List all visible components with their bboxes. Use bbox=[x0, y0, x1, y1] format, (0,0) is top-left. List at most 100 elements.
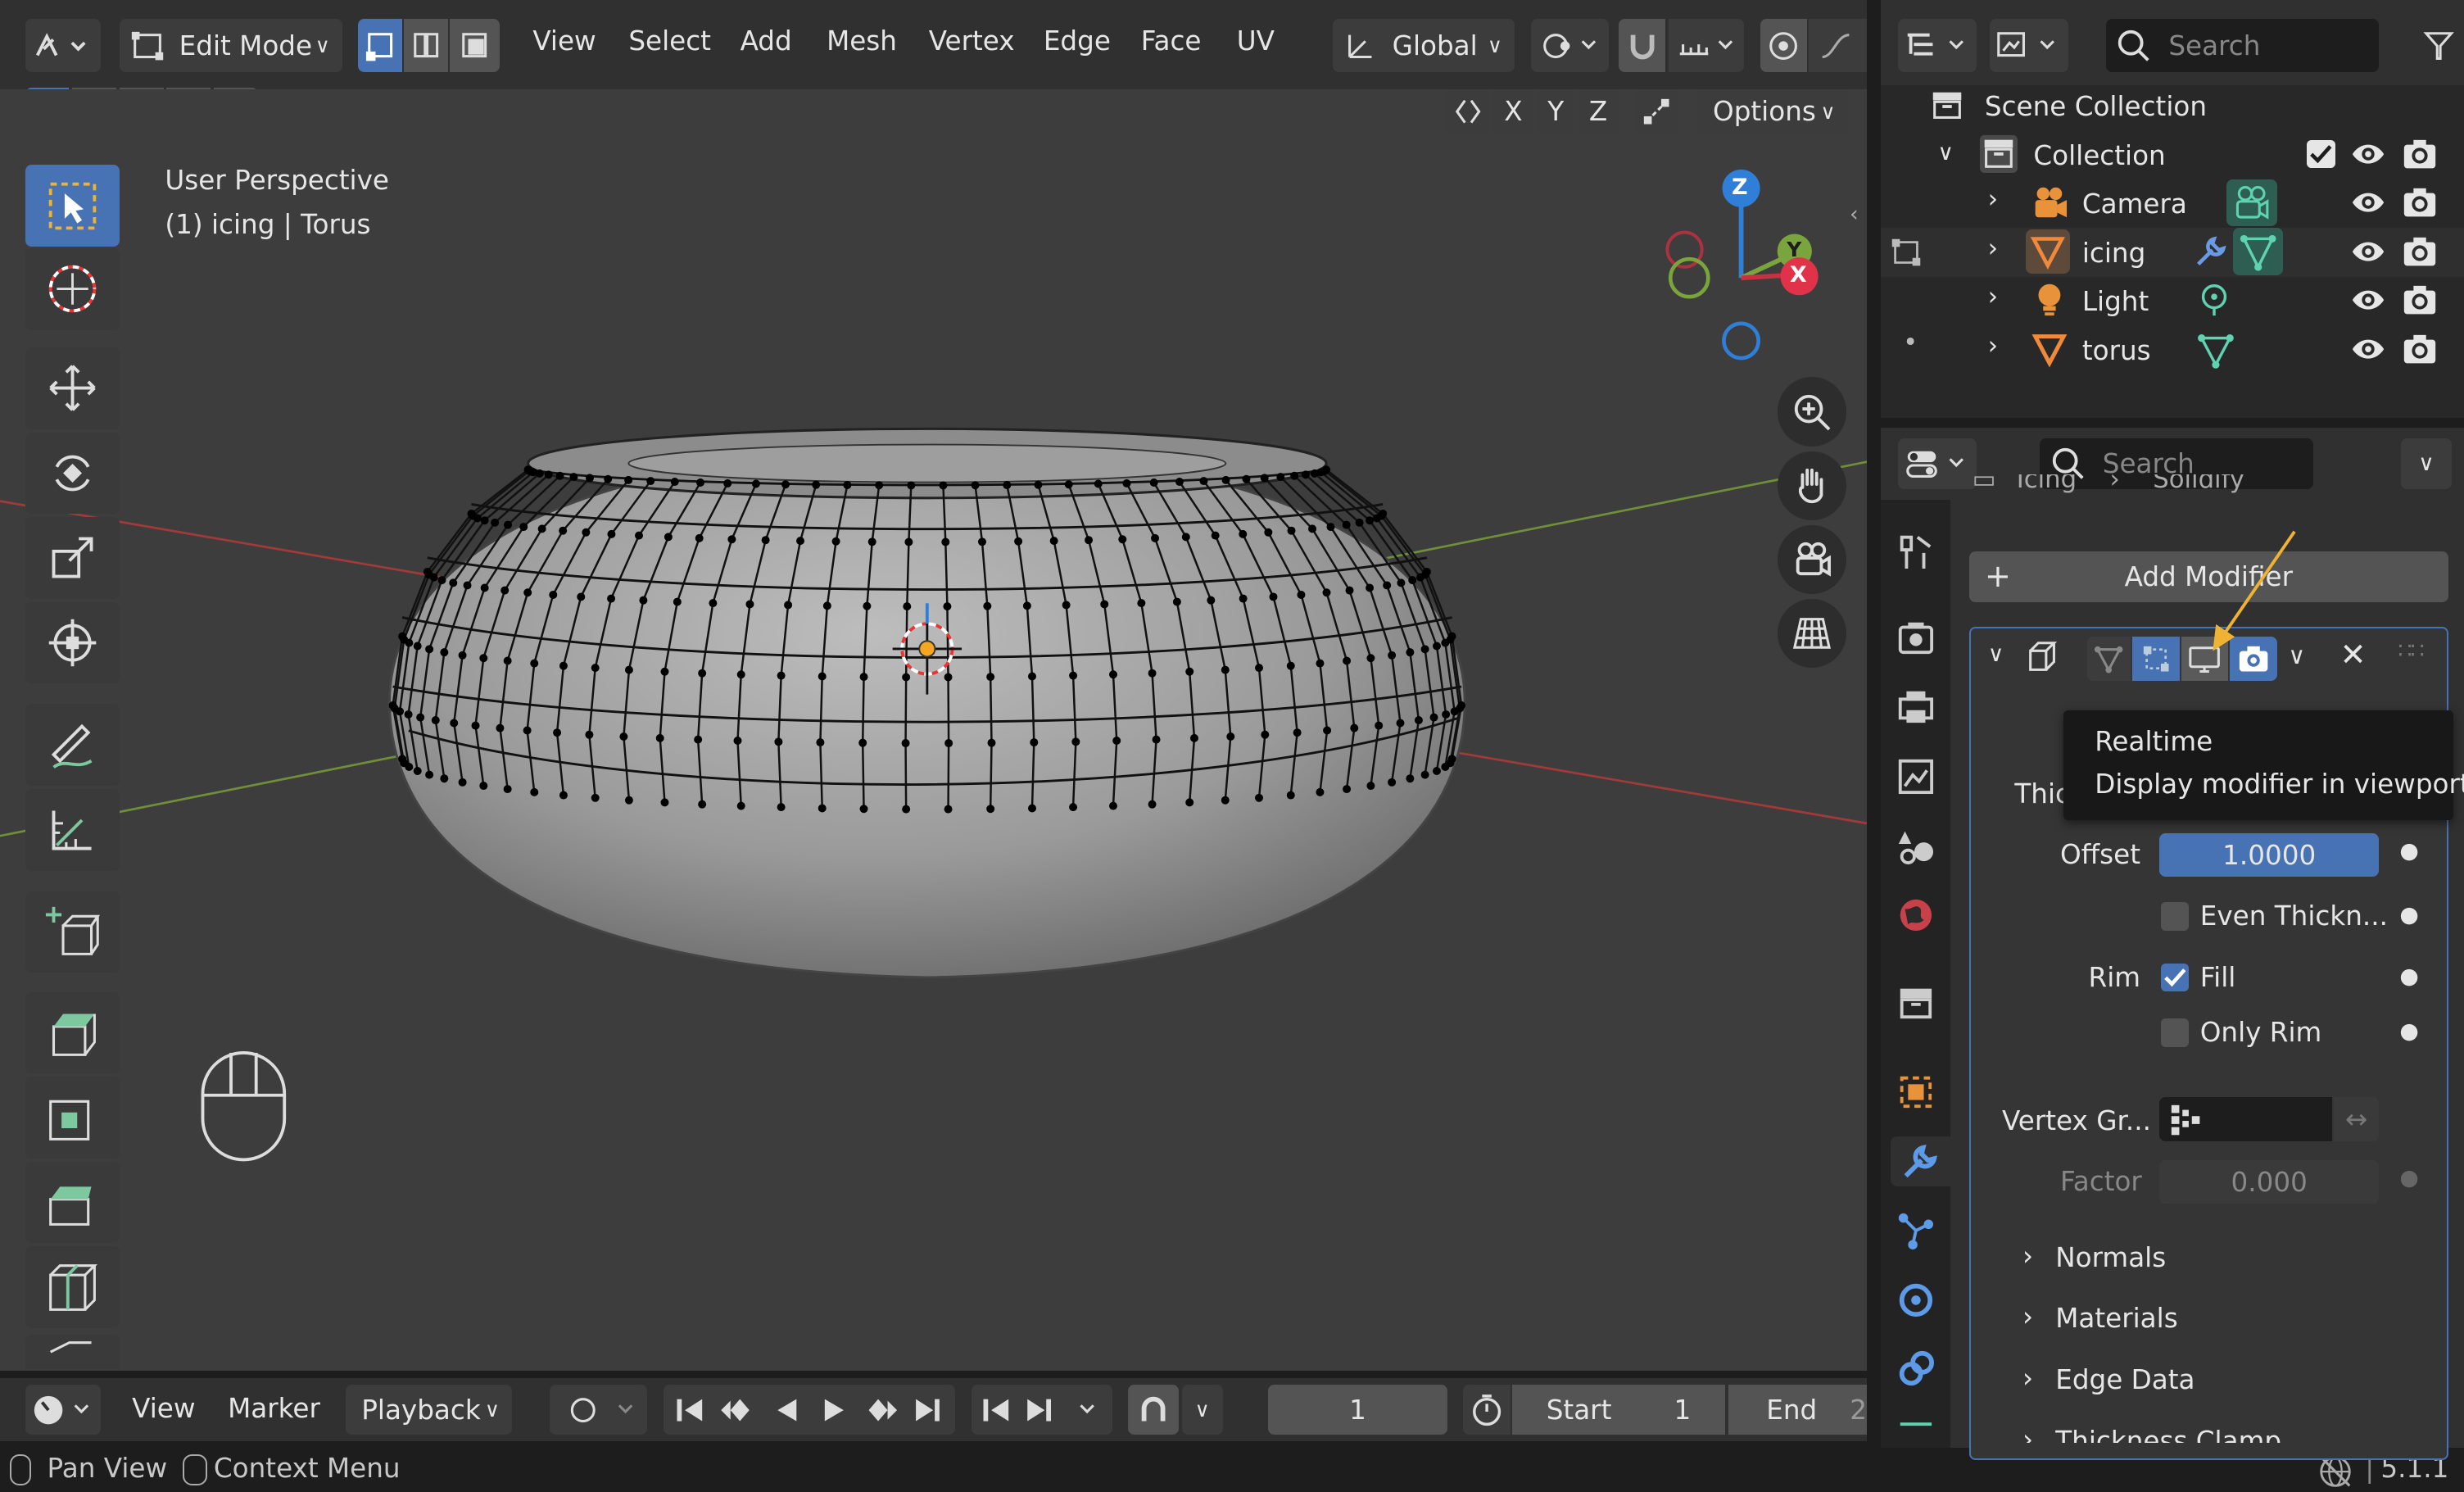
start-frame-field[interactable]: Start 1 bbox=[1511, 1385, 1726, 1435]
menu-view[interactable]: View bbox=[532, 25, 596, 57]
mesh-vertex[interactable] bbox=[431, 716, 440, 725]
perspective-toggle-button[interactable] bbox=[1777, 598, 1847, 669]
timeline-menu-marker[interactable]: Marker bbox=[228, 1393, 320, 1424]
tool-move[interactable] bbox=[25, 347, 120, 429]
mesh-vertex[interactable] bbox=[1069, 803, 1078, 812]
mesh-vertex[interactable] bbox=[1290, 472, 1299, 481]
mesh-vertex[interactable] bbox=[544, 470, 553, 479]
zoom-button[interactable] bbox=[1777, 377, 1847, 447]
gizmo-x-label[interactable]: X bbox=[1790, 262, 1807, 288]
mesh-vertex[interactable] bbox=[591, 664, 600, 673]
mesh-vertex[interactable] bbox=[736, 670, 745, 679]
mesh-vertex[interactable] bbox=[1239, 594, 1248, 603]
mesh-vertex[interactable] bbox=[425, 770, 434, 779]
tool-extrude[interactable] bbox=[25, 991, 120, 1074]
mesh-vertex[interactable] bbox=[1122, 479, 1131, 488]
mesh-vertex[interactable] bbox=[553, 728, 562, 737]
expand-chevron-icon[interactable]: › bbox=[1988, 234, 1998, 263]
mesh-vertex[interactable] bbox=[1316, 659, 1325, 668]
end-frame-field[interactable]: End 2 bbox=[1728, 1385, 1868, 1435]
mesh-vertex[interactable] bbox=[822, 601, 831, 610]
mesh-vertex[interactable] bbox=[818, 804, 827, 813]
mesh-vertex[interactable] bbox=[449, 578, 458, 587]
mesh-vertex[interactable] bbox=[859, 673, 868, 682]
mesh-vertex[interactable] bbox=[429, 574, 438, 582]
mesh-vertex[interactable] bbox=[781, 480, 790, 489]
mesh-vertex[interactable] bbox=[1003, 481, 1012, 490]
tool-inset[interactable] bbox=[25, 1077, 120, 1159]
mesh-vertex[interactable] bbox=[1366, 516, 1375, 525]
mesh-vertex[interactable] bbox=[1442, 710, 1451, 719]
mesh-vertex[interactable] bbox=[604, 475, 613, 484]
mesh-vertex[interactable] bbox=[859, 805, 868, 814]
mesh-vertex[interactable] bbox=[1255, 794, 1264, 803]
mesh-vertex[interactable] bbox=[904, 537, 913, 546]
vertex-select-button[interactable] bbox=[358, 19, 403, 73]
tab-tool[interactable] bbox=[1891, 527, 1941, 577]
mesh-vertex[interactable] bbox=[624, 666, 633, 674]
mesh-vertex[interactable] bbox=[1345, 586, 1354, 595]
auto-merge-icon[interactable] bbox=[1634, 89, 1678, 134]
mesh-vertex[interactable] bbox=[440, 774, 449, 783]
mesh-vertex[interactable] bbox=[1406, 648, 1415, 657]
keyframe-dot-icon[interactable]: ● bbox=[2399, 1165, 2418, 1190]
tool-rotate[interactable] bbox=[25, 432, 120, 515]
mesh-vertex[interactable] bbox=[480, 516, 489, 525]
mesh-vertex[interactable] bbox=[585, 474, 594, 483]
mesh-vertex[interactable] bbox=[1322, 465, 1331, 474]
mesh-vertex[interactable] bbox=[569, 473, 578, 482]
snap-target-dropdown[interactable] bbox=[1669, 19, 1745, 73]
mesh-vertex[interactable] bbox=[1226, 732, 1235, 741]
menu-mesh[interactable]: Mesh bbox=[827, 25, 897, 57]
camera-data-icon[interactable] bbox=[2226, 179, 2277, 227]
mesh-vertex[interactable] bbox=[1260, 474, 1269, 483]
mesh-vertex[interactable] bbox=[519, 523, 528, 532]
mesh-vertex[interactable] bbox=[1069, 671, 1078, 680]
tab-scene[interactable] bbox=[1891, 820, 1941, 870]
mesh-vertex[interactable] bbox=[1207, 596, 1216, 605]
mesh-vertex[interactable] bbox=[978, 537, 986, 546]
mesh-vertex[interactable] bbox=[733, 737, 742, 746]
keyframe-dot-icon[interactable]: ● bbox=[2399, 964, 2418, 989]
eye-icon[interactable] bbox=[2349, 137, 2387, 171]
mode-dropdown[interactable]: Edit Mode ∨ bbox=[119, 19, 343, 73]
mesh-vertex[interactable] bbox=[405, 763, 414, 772]
edge-select-button[interactable] bbox=[404, 19, 448, 73]
mesh-vertex[interactable] bbox=[987, 739, 996, 747]
mesh-vertex[interactable] bbox=[1429, 713, 1438, 722]
tool-bevel[interactable] bbox=[25, 1161, 120, 1244]
proportional-edit-toggle[interactable] bbox=[1760, 19, 1808, 73]
mesh-vertex[interactable] bbox=[1221, 476, 1230, 485]
mesh-vertex[interactable] bbox=[843, 481, 852, 490]
drag-handle-icon[interactable]: ∷∷ bbox=[2398, 638, 2424, 664]
mesh-data-icon[interactable] bbox=[2195, 330, 2236, 371]
camera-view-button[interactable] bbox=[1777, 524, 1847, 595]
edit-mode-toggle-icon[interactable] bbox=[1887, 234, 1928, 272]
mesh-vertex[interactable] bbox=[858, 739, 867, 747]
mesh-vertex[interactable] bbox=[530, 659, 539, 668]
mesh-vertex[interactable] bbox=[1326, 523, 1335, 532]
mesh-vertex[interactable] bbox=[1287, 527, 1296, 536]
menu-vertex[interactable]: Vertex bbox=[929, 25, 1015, 57]
properties-editor-type[interactable] bbox=[1898, 438, 1977, 489]
mesh-vertex[interactable] bbox=[1388, 651, 1397, 660]
mesh-vertex[interactable] bbox=[1022, 601, 1031, 610]
mesh-vertex[interactable] bbox=[1323, 726, 1332, 735]
fill-checkbox[interactable] bbox=[2160, 963, 2190, 992]
mesh-vertex[interactable] bbox=[1383, 581, 1392, 590]
mesh-vertex[interactable] bbox=[555, 472, 564, 481]
tool-add-cube[interactable] bbox=[25, 891, 120, 973]
mesh-vertex[interactable] bbox=[624, 796, 633, 805]
outliner-search-input[interactable]: Search bbox=[2105, 19, 2380, 73]
mesh-vertex[interactable] bbox=[635, 531, 644, 540]
render-camera-icon[interactable] bbox=[2401, 332, 2439, 366]
tab-data[interactable] bbox=[1891, 1413, 1941, 1444]
mesh-vertex[interactable] bbox=[1379, 510, 1388, 519]
mesh-vertex[interactable] bbox=[458, 651, 467, 660]
mesh-vertex[interactable] bbox=[1062, 601, 1071, 610]
mesh-vertex[interactable] bbox=[1396, 719, 1405, 728]
mesh-vertex[interactable] bbox=[902, 673, 911, 682]
mesh-vertex[interactable] bbox=[670, 478, 679, 487]
timeline-menu-view[interactable]: View bbox=[132, 1393, 195, 1424]
mesh-vertex[interactable] bbox=[986, 805, 995, 814]
